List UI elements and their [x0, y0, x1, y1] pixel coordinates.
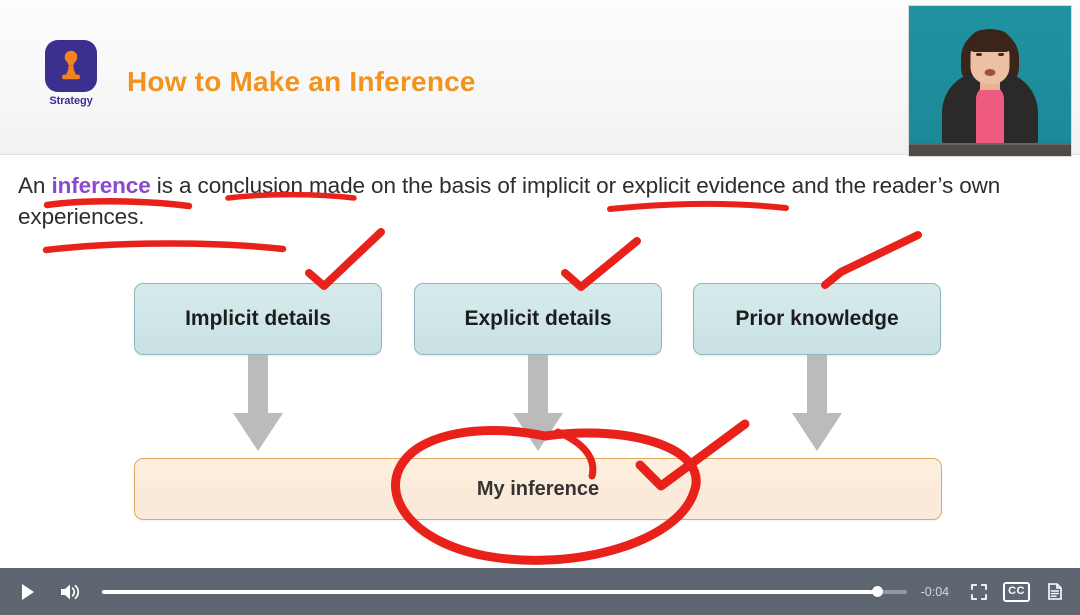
presenter-hair-front — [968, 30, 1012, 52]
down-arrow-icon-1 — [233, 355, 283, 451]
slide-title: How to Make an Inference — [127, 66, 476, 97]
presenter-mouth — [984, 69, 996, 76]
volume-button[interactable] — [52, 583, 88, 601]
chess-pawn-icon — [62, 50, 80, 80]
presenter-eye-left — [976, 53, 982, 56]
presenter-shirt — [976, 85, 1004, 145]
slide-header: Strategy How to Make an Inference — [0, 0, 1080, 156]
paragraph-keyword: inference — [51, 173, 151, 198]
diagram-node-prior-knowledge: Prior knowledge — [693, 283, 941, 355]
ink-checkmark-prior — [821, 231, 922, 289]
fullscreen-button[interactable] — [965, 583, 993, 600]
strategy-badge-label: Strategy — [49, 95, 93, 107]
diagram-node-implicit-details: Implicit details — [134, 283, 382, 355]
diagram-node-my-inference: My inference — [134, 458, 942, 520]
presenter-video-thumbnail[interactable] — [909, 6, 1071, 156]
cc-label: CC — [1003, 581, 1030, 602]
ink-checkmark-explicit — [561, 237, 641, 291]
video-player: Strategy How to Make an Inference An inf… — [0, 0, 1080, 615]
presenter-eye-right — [998, 53, 1004, 56]
down-arrow-icon-3 — [792, 355, 842, 451]
play-button[interactable] — [8, 583, 48, 600]
presenter-podium — [909, 143, 1071, 156]
progress-scrubber[interactable] — [102, 582, 907, 602]
fullscreen-icon — [971, 583, 987, 600]
ink-underline-readers-experiences — [42, 240, 287, 254]
slide-canvas: Strategy How to Make an Inference An inf… — [0, 0, 1080, 568]
ink-checkmark-implicit — [305, 228, 385, 290]
strategy-tile — [45, 40, 97, 92]
closed-captions-button[interactable]: CC — [1003, 581, 1030, 602]
time-remaining-label: -0:04 — [920, 584, 950, 599]
transcript-icon — [1048, 583, 1062, 600]
progress-handle[interactable] — [871, 586, 883, 597]
player-control-bar: -0:04 CC — [0, 568, 1080, 615]
paragraph-text-after: is a conclusion made on the basis of imp… — [18, 173, 1001, 229]
down-arrow-icon-2 — [513, 355, 563, 451]
paragraph-text-before: An — [18, 173, 52, 198]
play-icon — [22, 583, 34, 600]
definition-paragraph: An inference is a conclusion made on the… — [18, 170, 1018, 232]
progress-played — [102, 589, 877, 594]
diagram-node-explicit-details: Explicit details — [414, 283, 662, 355]
strategy-badge: Strategy — [41, 40, 101, 107]
volume-icon — [61, 584, 80, 599]
transcript-button[interactable] — [1042, 583, 1068, 600]
